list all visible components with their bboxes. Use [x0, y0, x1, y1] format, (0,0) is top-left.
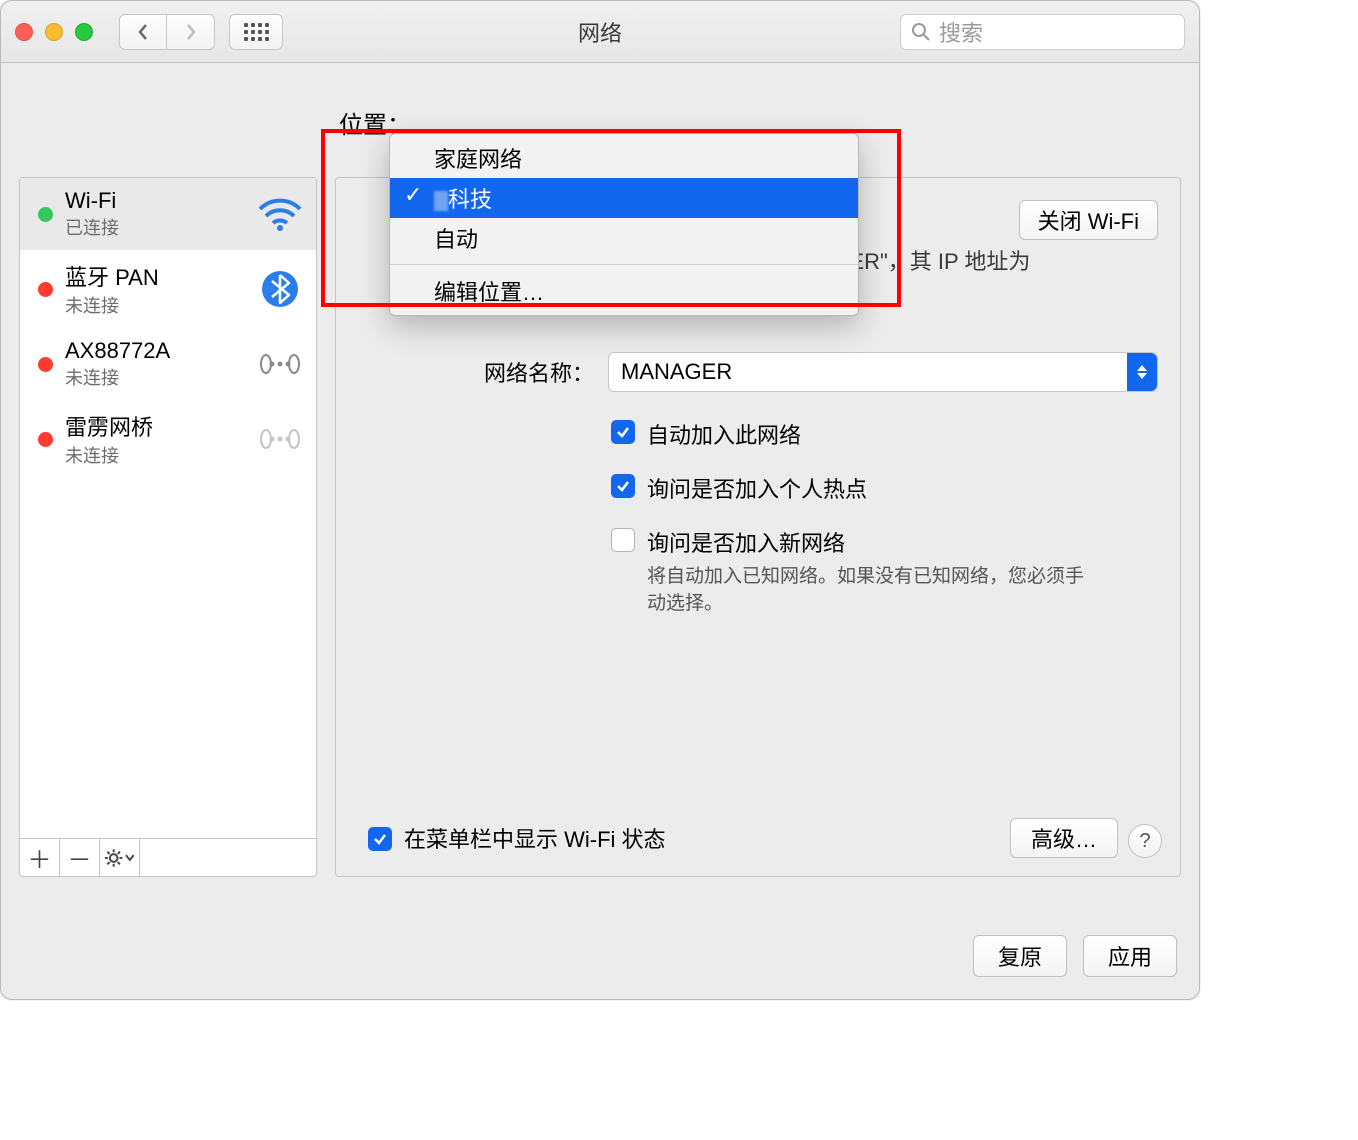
ask-hotspot-label: 询问是否加入个人热点 — [647, 472, 867, 504]
services-sidebar: Wi-Fi 已连接 蓝牙 PAN 未连接 — [19, 177, 317, 877]
advanced-button[interactable]: 高级… — [1010, 818, 1118, 858]
ask-hotspot-checkbox-row[interactable]: 询问是否加入个人热点 — [611, 472, 1087, 504]
window-title: 网络 — [578, 16, 622, 48]
location-option-home[interactable]: 家庭网络 — [390, 138, 858, 178]
location-option-auto[interactable]: 自动 — [390, 218, 858, 258]
help-button[interactable]: ? — [1128, 824, 1162, 858]
minimize-window-button[interactable] — [45, 23, 63, 41]
ask-new-label: 询问是否加入新网络 — [647, 526, 845, 558]
location-dropdown: 家庭网络 科技 自动 编辑位置… — [389, 133, 859, 316]
grid-icon — [244, 23, 269, 41]
service-wifi[interactable]: Wi-Fi 已连接 — [20, 178, 316, 250]
edit-locations-item[interactable]: 编辑位置… — [390, 271, 858, 311]
chevron-down-icon — [125, 854, 135, 862]
service-bluetooth-pan[interactable]: 蓝牙 PAN 未连接 — [20, 250, 316, 328]
zoom-window-button[interactable] — [75, 23, 93, 41]
titlebar: 网络 搜索 — [1, 1, 1199, 63]
dropdown-separator — [390, 264, 858, 265]
show-in-menubar-row[interactable]: 在菜单栏中显示 Wi-Fi 状态 — [368, 822, 666, 854]
status-dot-disconnected — [38, 357, 53, 372]
status-dot-disconnected — [38, 282, 53, 297]
check-icon — [372, 831, 388, 847]
network-name-row: 网络名称： MANAGER — [368, 352, 1158, 392]
select-arrows-icon — [1127, 353, 1157, 391]
traffic-lights — [15, 23, 93, 41]
service-status: 未连接 — [65, 292, 246, 318]
check-icon — [615, 424, 631, 440]
nav-buttons — [119, 14, 215, 50]
service-name: AX88772A — [65, 338, 246, 364]
add-service-button[interactable]: ＋ — [20, 839, 60, 876]
status-dot-connected — [38, 207, 53, 222]
ethernet-icon — [258, 342, 302, 386]
obscured-text — [434, 191, 448, 211]
network-name-label: 网络名称： — [368, 356, 608, 388]
window-buttons: 复原 应用 — [973, 935, 1177, 977]
service-status: 已连接 — [65, 214, 246, 240]
revert-button[interactable]: 复原 — [973, 935, 1067, 977]
search-placeholder: 搜索 — [939, 16, 983, 48]
service-name: 蓝牙 PAN — [65, 260, 246, 292]
checkbox-checked[interactable] — [368, 827, 392, 851]
check-icon — [615, 478, 631, 494]
actions-menu-button[interactable] — [100, 839, 140, 876]
gear-icon — [104, 848, 123, 868]
checkbox-checked[interactable] — [611, 474, 635, 498]
service-status: 未连接 — [65, 442, 246, 468]
remove-service-button[interactable]: － — [60, 839, 100, 876]
status-dot-disconnected — [38, 432, 53, 447]
content-area: 位置： 家庭网络 科技 自动 编辑位置… Wi-Fi 已连接 — [1, 63, 1199, 895]
back-button[interactable] — [119, 14, 167, 50]
apply-button[interactable]: 应用 — [1083, 935, 1177, 977]
sidebar-footer: ＋ － — [20, 838, 316, 876]
wifi-icon — [258, 192, 302, 236]
auto-join-checkbox-row[interactable]: 自动加入此网络 — [611, 418, 1087, 450]
service-name: 雷雳网桥 — [65, 410, 246, 442]
network-name-value: MANAGER — [621, 359, 732, 385]
options-stack: 自动加入此网络 询问是否加入个人热点 询问是否加入新网络 将自动加入已知 — [611, 418, 1087, 617]
auto-join-label: 自动加入此网络 — [647, 418, 801, 450]
network-name-select[interactable]: MANAGER — [608, 352, 1158, 392]
location-option-selected[interactable]: 科技 — [390, 178, 858, 218]
ethernet-off-icon — [258, 417, 302, 461]
search-field[interactable]: 搜索 — [900, 14, 1185, 50]
service-status: 未连接 — [65, 364, 246, 390]
checkbox-checked[interactable] — [611, 420, 635, 444]
service-name: Wi-Fi — [65, 188, 246, 214]
checkbox-unchecked[interactable] — [611, 528, 635, 552]
forward-button[interactable] — [167, 14, 215, 50]
show-all-button[interactable] — [229, 14, 283, 50]
turn-off-wifi-button[interactable]: 关闭 Wi-Fi — [1019, 200, 1158, 240]
menubar-label: 在菜单栏中显示 Wi-Fi 状态 — [404, 822, 666, 854]
ask-new-help-text: 将自动加入已知网络。如果没有已知网络，您必须手动选择。 — [647, 564, 1087, 617]
bluetooth-icon — [258, 267, 302, 311]
search-icon — [911, 22, 931, 42]
service-thunderbolt-bridge[interactable]: 雷雳网桥 未连接 — [20, 400, 316, 478]
system-preferences-window: 网络 搜索 位置： 家庭网络 科技 自动 编辑位置… — [0, 0, 1200, 1000]
service-ax88772a[interactable]: AX88772A 未连接 — [20, 328, 316, 400]
close-window-button[interactable] — [15, 23, 33, 41]
ask-new-checkbox-row[interactable]: 询问是否加入新网络 — [611, 526, 1087, 558]
